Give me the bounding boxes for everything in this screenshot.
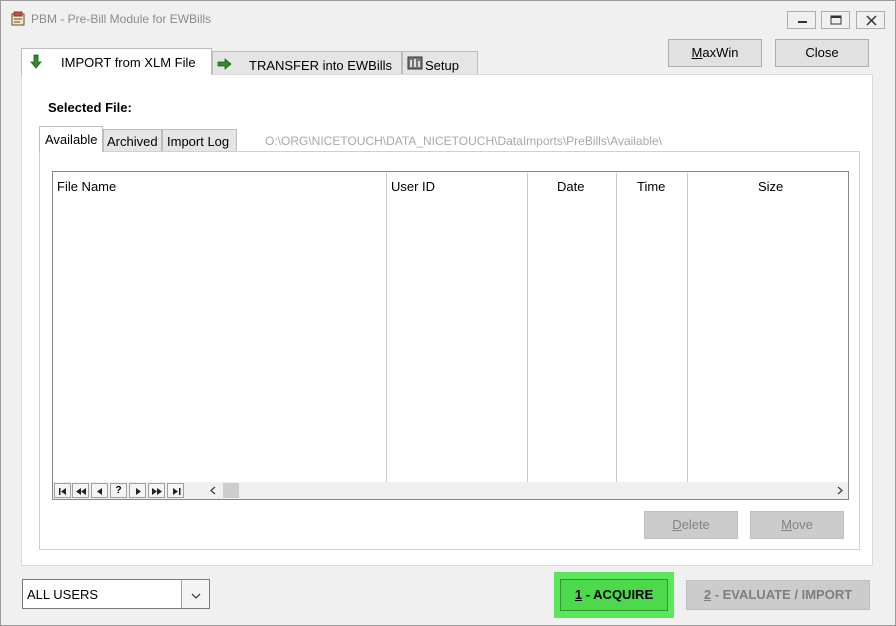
evaluate-number: 2	[703, 587, 712, 602]
prev-icon[interactable]	[91, 483, 108, 498]
subtab-archived[interactable]: Archived	[103, 129, 162, 152]
evaluate-label: - EVALUATE / IMPORT	[711, 587, 853, 602]
column-divider	[616, 173, 617, 483]
acquire-label: - ACQUIRE	[582, 587, 654, 602]
last-icon[interactable]	[167, 483, 184, 498]
delete-label: elete	[681, 517, 710, 532]
setup-icon	[407, 55, 423, 71]
move-button[interactable]: Move	[750, 511, 844, 539]
prev-page-icon[interactable]	[72, 483, 89, 498]
move-mnemonic: M	[781, 517, 792, 532]
title-bar: PBM - Pre-Bill Module for EWBills	[1, 1, 895, 37]
maxwin-mnemonic: M	[691, 45, 703, 60]
window-title: PBM - Pre-Bill Module for EWBills	[31, 12, 212, 26]
app-icon	[10, 11, 26, 27]
column-header-date[interactable]: Date	[557, 179, 584, 194]
close-label: Close	[805, 45, 839, 60]
minimize-button[interactable]	[787, 11, 816, 29]
move-label: ove	[791, 517, 813, 532]
first-icon[interactable]	[54, 483, 71, 498]
tab-setup[interactable]: Setup	[402, 51, 478, 76]
scroll-left-icon[interactable]	[207, 483, 219, 498]
dropdown-arrow-button[interactable]	[181, 580, 209, 608]
tab-setup-label: Setup	[425, 58, 459, 73]
tab-import[interactable]: IMPORT from XLM File	[21, 48, 212, 75]
next-icon[interactable]	[129, 483, 146, 498]
maxwin-label: axWin	[702, 45, 739, 60]
acquire-button[interactable]: 1 - ACQUIRE	[560, 579, 668, 611]
help-icon[interactable]: ?	[110, 483, 127, 498]
acquire-number: 1	[574, 587, 583, 602]
close-button[interactable]: Close	[775, 39, 869, 67]
selected-file-label: Selected File:	[48, 100, 132, 115]
column-header-time[interactable]: Time	[637, 179, 665, 194]
maximize-button[interactable]	[821, 11, 850, 29]
maxwin-button[interactable]: MaxWin	[668, 39, 762, 67]
scrollbar-thumb[interactable]	[223, 483, 239, 498]
column-divider	[386, 173, 387, 483]
subtab-import-log[interactable]: Import Log	[162, 129, 237, 152]
main-window: PBM - Pre-Bill Module for EWBills IMPORT…	[0, 0, 896, 626]
right-arrow-icon	[217, 56, 233, 72]
folder-path: O:\ORG\NICETOUCH\DATA_NICETOUCH\DataImpo…	[265, 134, 662, 148]
horizontal-scrollbar[interactable]	[205, 483, 848, 498]
close-window-button[interactable]	[856, 11, 885, 29]
column-divider	[527, 173, 528, 483]
chevron-down-icon	[190, 589, 202, 599]
scroll-right-icon[interactable]	[834, 483, 846, 498]
delete-button[interactable]: Delete	[644, 511, 738, 539]
user-filter-value: ALL USERS	[27, 587, 99, 602]
subtab-available[interactable]: Available	[39, 126, 103, 152]
user-filter-dropdown[interactable]: ALL USERS	[22, 579, 210, 609]
column-header-file-name[interactable]: File Name	[57, 179, 116, 194]
help-glyph: ?	[115, 485, 122, 496]
tab-transfer[interactable]: TRANSFER into EWBills	[212, 51, 402, 76]
acquire-highlight: 1 - ACQUIRE	[554, 572, 674, 618]
subtab-import-log-label: Import Log	[167, 134, 230, 149]
delete-mnemonic: D	[672, 517, 682, 532]
subtab-available-label: Available	[45, 132, 98, 147]
tab-transfer-label: TRANSFER into EWBills	[249, 58, 393, 73]
tab-import-label: IMPORT from XLM File	[61, 55, 196, 70]
grid-navigation-bar: ?	[53, 482, 848, 499]
next-page-icon[interactable]	[148, 483, 165, 498]
column-divider	[687, 173, 688, 483]
column-header-user-id[interactable]: User ID	[391, 179, 435, 194]
down-arrow-icon	[28, 54, 44, 70]
evaluate-import-button[interactable]: 2 - EVALUATE / IMPORT	[686, 580, 870, 610]
subtab-archived-label: Archived	[107, 134, 158, 149]
file-grid[interactable]: File Name User ID Date Time Size ?	[52, 171, 849, 500]
column-header-size[interactable]: Size	[758, 179, 783, 194]
